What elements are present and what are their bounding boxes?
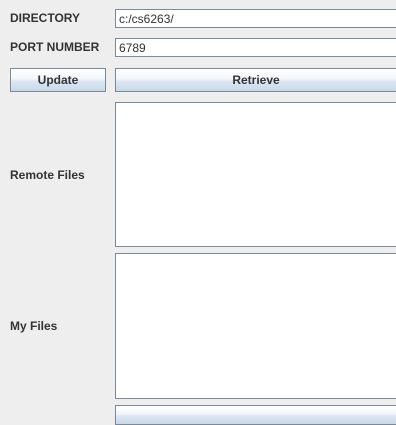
port-number-label: PORT NUMBER <box>10 40 100 54</box>
port-number-input[interactable] <box>115 38 396 57</box>
my-files-list[interactable] <box>115 253 396 399</box>
remote-files-list[interactable] <box>115 102 396 247</box>
retrieve-button[interactable]: Retrieve <box>115 68 396 92</box>
directory-label: DIRECTORY <box>10 11 81 25</box>
my-files-label: My Files <box>10 319 58 333</box>
directory-input[interactable] <box>115 9 396 28</box>
remote-files-label: Remote Files <box>10 168 85 182</box>
bottom-button[interactable] <box>115 405 396 425</box>
update-button[interactable]: Update <box>10 68 106 92</box>
